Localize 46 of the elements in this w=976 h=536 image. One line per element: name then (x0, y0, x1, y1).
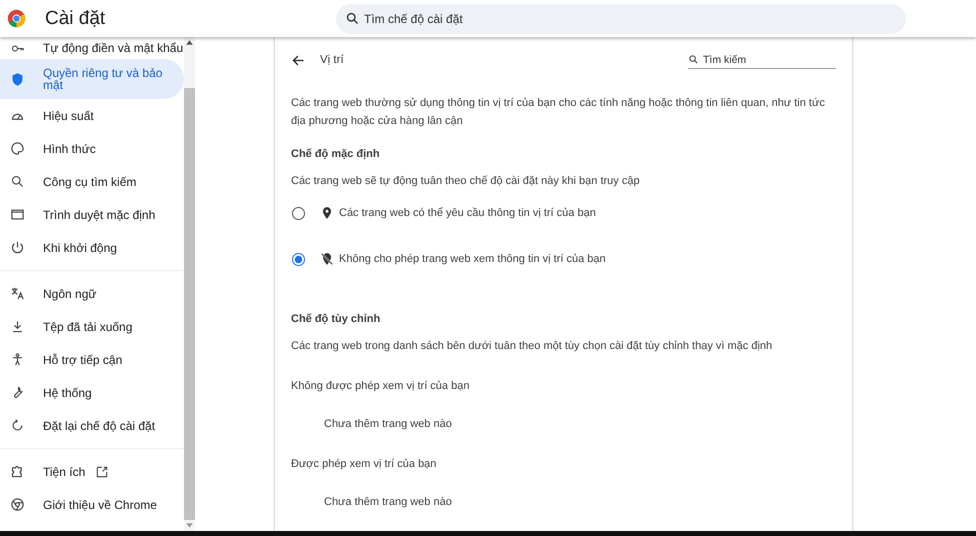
radio-option[interactable]: Không cho phép trang web xem thông tin vị trí của bạn (291, 245, 836, 274)
section-title: Vị trí (320, 54, 345, 66)
sidebar-item[interactable]: Trình duyệt mặc định (0, 198, 184, 231)
empty-list-text: Chưa thêm trang web nào (323, 496, 453, 508)
puzzle-icon (10, 464, 25, 479)
sidebar-item[interactable]: Ngôn ngữ (0, 277, 184, 310)
sidebar-item[interactable]: Tệp đã tải xuống (0, 310, 184, 343)
radio-option[interactable]: Các trang web có thể yêu cầu thông tin vị trí của bạn (291, 199, 836, 228)
list-title: Không được phép xem vị trí của bạn (291, 380, 470, 392)
sidebar-item[interactable]: Hình thức (0, 132, 184, 165)
section-heading: Chế độ mặc định (291, 148, 381, 160)
sidebar-item[interactable]: Hiệu suất (0, 99, 184, 132)
chrome-logo-icon (7, 9, 26, 28)
location-pin-icon (320, 206, 334, 220)
empty-list-text: Chưa thêm trang web nào (323, 418, 453, 430)
radio-button[interactable] (292, 252, 305, 266)
person-icon (10, 352, 25, 367)
page-title: Cài đặt (45, 8, 106, 30)
list-title: Được phép xem vị trí của bạn (291, 458, 438, 470)
description-text: Các trang web sẽ tự động tuân theo chế độ cài đặt này khi bạn truy cập (291, 175, 641, 188)
window-icon (10, 207, 25, 222)
sidebar-item[interactable]: Tiện ích (0, 455, 184, 488)
chrome-logo-icon (10, 497, 25, 512)
translate-icon (10, 286, 25, 301)
description-text: Các trang web thường sử dụng thông tin vị trí của bạn cho các tính năng hoặc thông tin liên quan, như tin tức địa phương hoặc cửa hàng lân cận (291, 96, 826, 129)
description-text: Các trang web trong danh sách bên dưới tuân theo một tùy chọn cài đặt tùy chỉnh thay vì mặc định (291, 340, 774, 352)
search-icon (10, 174, 25, 189)
search-field[interactable]: Tìm chế độ cài đặt (336, 4, 906, 34)
location-off-icon (320, 252, 334, 266)
download-icon (10, 319, 25, 334)
reset-icon (10, 418, 25, 433)
sidebar-item[interactable]: Khi khởi động (0, 231, 184, 264)
power-icon (10, 240, 25, 255)
sidebar-item[interactable]: Quyền riêng tư và bảo mật (0, 59, 184, 99)
shield-icon (10, 72, 25, 86)
sidebar-item[interactable]: Hệ thống (0, 376, 184, 409)
section-heading: Chế độ tùy chỉnh (291, 313, 382, 326)
sidebar-item[interactable]: Công cụ tìm kiếm (0, 165, 184, 198)
radio-button[interactable] (292, 206, 305, 220)
sidebar-item[interactable]: Đặt lại chế độ cài đặt (0, 409, 184, 442)
search-icon (688, 54, 699, 65)
sidebar-item[interactable]: Giới thiệu về Chrome (0, 488, 184, 521)
sidebar-item[interactable]: Hỗ trợ tiếp cận (0, 343, 184, 376)
sidebar-item[interactable]: Tự động điền và mật khẩu (0, 37, 184, 59)
search-icon (345, 10, 360, 26)
palette-icon (10, 141, 25, 156)
